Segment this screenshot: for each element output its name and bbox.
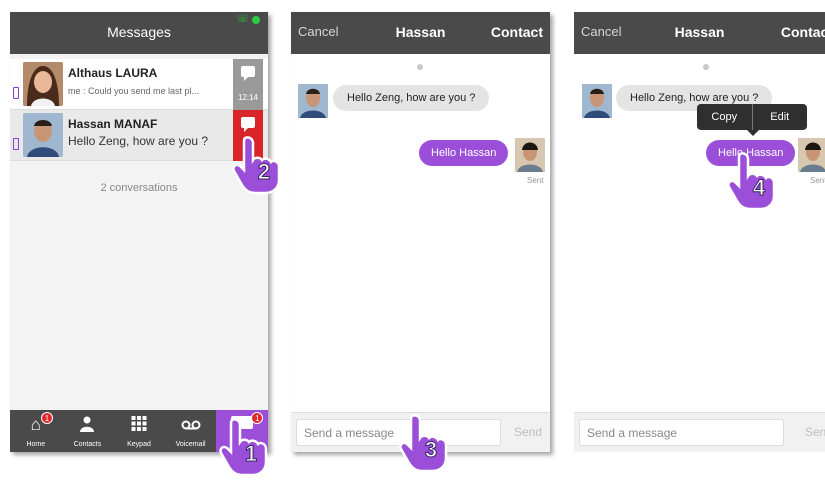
- chat-bubble-icon: [241, 66, 255, 81]
- outgoing-message[interactable]: Hello Hassan: [419, 140, 509, 166]
- nav-keypad[interactable]: Keypad: [113, 410, 165, 452]
- nav-label: Home: [26, 441, 46, 448]
- contact-name: Althaus LAURA: [68, 66, 158, 80]
- avatar: [798, 138, 825, 172]
- call-status-icon: ☏: [236, 14, 249, 25]
- conversation-header: Cancel Hassan Contact: [574, 12, 825, 54]
- nav-contacts[interactable]: Contacts: [62, 410, 114, 452]
- avatar: [23, 113, 63, 157]
- page-title: Messages: [107, 24, 171, 40]
- message-preview: me : Could you send me last pl...: [68, 86, 200, 96]
- tap-hand-icon-step-1: 1: [218, 418, 270, 477]
- keypad-icon: [131, 416, 147, 435]
- notification-badge: 1: [41, 412, 53, 424]
- contact-button[interactable]: Contact: [491, 24, 543, 40]
- loading-indicator: [417, 64, 423, 70]
- conversation-count: 2 conversations: [100, 182, 178, 194]
- step-number: 4: [752, 175, 766, 201]
- conversation-item-hassan[interactable]: Hassan MANAF Hello Zeng, how are you ?: [10, 110, 268, 161]
- conversation-screen-menu: Cancel Hassan Contact Hello Zeng, how ar…: [574, 12, 825, 452]
- conversation-header: Cancel Hassan Contact: [291, 12, 550, 54]
- tap-hand-icon-step-3: 3: [398, 414, 450, 473]
- chat-bubble-icon: [241, 117, 255, 132]
- tap-hand-icon-step-2: 2: [231, 136, 283, 195]
- mobile-presence-icon: [13, 138, 19, 150]
- step-number: 3: [424, 437, 438, 463]
- send-button[interactable]: Send: [514, 425, 542, 439]
- mobile-presence-icon: [13, 87, 19, 99]
- avatar: [298, 84, 328, 118]
- messages-header: Messages ☏: [10, 12, 268, 54]
- nav-home[interactable]: ⌂ 1 Home: [10, 410, 62, 452]
- contact-name: Hassan MANAF: [68, 117, 158, 131]
- tap-hand-icon-step-4: 4: [726, 152, 778, 211]
- open-conversation-button[interactable]: 12:14: [233, 59, 263, 110]
- status-icons: ☏: [236, 14, 260, 25]
- send-button[interactable]: Send: [805, 425, 825, 439]
- messages-screen: Messages ☏ Althaus LAURA me : Could you …: [10, 12, 268, 452]
- avatar: [582, 84, 612, 118]
- avatar: [515, 138, 545, 172]
- nav-label: Contacts: [73, 441, 102, 448]
- sent-status: Sent: [527, 176, 544, 185]
- nav-voicemail[interactable]: Voicemail: [165, 410, 217, 452]
- loading-indicator: [703, 64, 709, 70]
- message-context-menu: Copy Edit: [697, 104, 808, 136]
- step-number: 2: [257, 159, 271, 185]
- conversation-item-laura[interactable]: Althaus LAURA me : Could you send me las…: [10, 59, 268, 110]
- presence-online-icon: [252, 16, 260, 24]
- voicemail-icon: [181, 416, 201, 434]
- message-input[interactable]: Send a message: [579, 419, 784, 446]
- conversation-screen: Cancel Hassan Contact Hello Zeng, how ar…: [291, 12, 550, 452]
- edit-menu-item[interactable]: Edit: [753, 104, 808, 130]
- contact-button[interactable]: Contact: [781, 24, 825, 40]
- home-icon: ⌂: [30, 415, 41, 434]
- avatar: [23, 62, 63, 106]
- message-time: 12:14: [237, 93, 259, 102]
- nav-label: Keypad: [127, 441, 151, 448]
- copy-menu-item[interactable]: Copy: [697, 104, 752, 130]
- nav-label: Voicemail: [175, 441, 206, 448]
- sent-status: Sent: [810, 176, 825, 185]
- incoming-message[interactable]: Hello Zeng, how are you ?: [333, 85, 490, 111]
- step-number: 1: [244, 441, 258, 467]
- compose-bar: Send a message Send: [574, 412, 825, 452]
- message-preview: Hello Zeng, how are you ?: [68, 134, 209, 148]
- person-icon: [80, 416, 95, 436]
